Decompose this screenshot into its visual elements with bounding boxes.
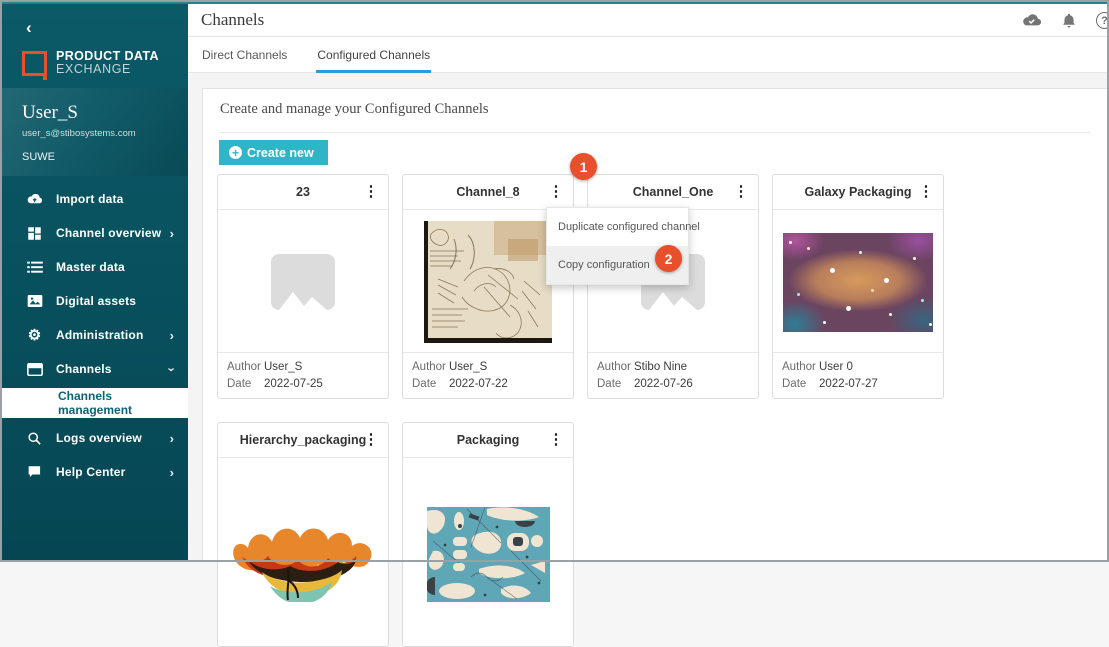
date-value: 2022-07-26	[634, 376, 693, 393]
author-value: User 0	[819, 359, 853, 376]
kebab-menu-icon[interactable]: ⋮	[547, 428, 565, 452]
plus-icon: +	[229, 146, 242, 159]
channel-card-galaxy-packaging[interactable]: Galaxy Packaging ⋮ AuthorUser 0 Date2022…	[772, 174, 944, 399]
channel-card-packaging[interactable]: Packaging ⋮	[402, 422, 574, 647]
window-icon	[26, 361, 43, 377]
nav-label: Import data	[56, 192, 174, 206]
image-icon	[26, 293, 43, 309]
cloud-sync-icon[interactable]	[1021, 13, 1042, 28]
bowl-artwork-image	[228, 520, 378, 602]
logo-line2: EXCHANGE	[56, 63, 159, 76]
help-icon[interactable]: ?	[1096, 12, 1109, 29]
card-title: Galaxy Packaging	[804, 185, 911, 199]
nav-label: Channels	[56, 362, 170, 376]
list-icon	[26, 259, 43, 275]
nav-label: Administration	[56, 328, 170, 342]
channels-tab-bar: Direct Channels Configured Channels	[188, 37, 1107, 73]
sidebar-item-logs-overview[interactable]: Logs overview ›	[2, 421, 188, 455]
sidebar: ‹ PRODUCT DATA EXCHANGE User_S user_s@st…	[2, 2, 188, 560]
sidebar-item-channels[interactable]: Channels ›	[2, 352, 188, 386]
kebab-menu-icon[interactable]: ⋮	[732, 180, 750, 204]
image-placeholder-icon	[271, 254, 335, 310]
author-label: Author	[227, 359, 264, 376]
channel-card-23[interactable]: 23 ⋮ AuthorUser_S Date2022-07-25	[217, 174, 389, 399]
galaxy-artwork-image	[783, 233, 933, 332]
nav-label: Master data	[56, 260, 174, 274]
nav-label: Digital assets	[56, 294, 174, 308]
sidebar-nav: Import data Channel overview › Master da…	[2, 182, 188, 489]
card-title: Hierarchy_packaging	[240, 433, 366, 447]
date-value: 2022-07-22	[449, 376, 508, 393]
annotation-step-2-badge: 2	[655, 245, 682, 272]
gear-icon: ⚙	[26, 327, 43, 343]
sidebar-item-master-data[interactable]: Master data	[2, 250, 188, 284]
search-icon	[26, 430, 43, 446]
kebab-menu-icon[interactable]: ⋮	[917, 180, 935, 204]
sidebar-item-channels-management[interactable]: Channels management	[2, 388, 188, 418]
author-value: User_S	[449, 359, 487, 376]
kebab-menu-icon[interactable]: ⋮	[362, 428, 380, 452]
date-label: Date	[782, 376, 819, 393]
author-label: Author	[412, 359, 449, 376]
create-new-button[interactable]: + Create new	[219, 140, 328, 165]
cloud-upload-icon	[26, 191, 43, 207]
annotation-step-1-badge: 1	[570, 153, 597, 180]
product-data-exchange-logo: PRODUCT DATA EXCHANGE	[22, 50, 159, 76]
nav-label: Logs overview	[56, 431, 170, 445]
logo-square-icon	[22, 51, 47, 76]
sidebar-item-channel-overview[interactable]: Channel overview ›	[2, 216, 188, 250]
card-title: Channel_One	[633, 185, 714, 199]
date-value: 2022-07-27	[819, 376, 878, 393]
chevron-right-icon: ›	[170, 465, 174, 480]
header-icons: ?	[1021, 4, 1107, 37]
tab-configured-channels[interactable]: Configured Channels	[316, 37, 431, 73]
sidebar-item-import-data[interactable]: Import data	[2, 182, 188, 216]
pattern-artwork-image	[427, 507, 550, 602]
user-name: User_S	[22, 102, 78, 124]
author-value: Stibo Nine	[634, 359, 687, 376]
tab-direct-channels[interactable]: Direct Channels	[201, 37, 288, 73]
collapse-sidebar-icon[interactable]: ‹	[26, 18, 32, 38]
workspace-name: SUWE	[22, 151, 55, 163]
date-label: Date	[227, 376, 264, 393]
sidebar-item-digital-assets[interactable]: Digital assets	[2, 284, 188, 318]
chevron-right-icon: ›	[170, 431, 174, 446]
sidebar-item-help-center[interactable]: Help Center ›	[2, 455, 188, 489]
card-title: 23	[296, 185, 310, 199]
chat-icon	[26, 464, 43, 480]
sidebar-item-administration[interactable]: ⚙ Administration ›	[2, 318, 188, 352]
chevron-down-icon: ›	[164, 367, 179, 371]
top-accent-line	[2, 2, 1107, 4]
date-label: Date	[412, 376, 449, 393]
grid-icon	[26, 225, 43, 241]
divider	[220, 132, 1091, 133]
create-new-label: Create new	[247, 146, 314, 160]
date-label: Date	[597, 376, 634, 393]
nav-label: Channel overview	[56, 226, 170, 240]
top-header-bar: Channels ?	[188, 4, 1107, 37]
author-label: Author	[782, 359, 819, 376]
card-title: Channel_8	[456, 185, 519, 199]
sketch-artwork-image	[424, 221, 552, 343]
subnav-label: Channels management	[58, 389, 188, 417]
author-label: Author	[597, 359, 634, 376]
nav-label: Help Center	[56, 465, 170, 479]
chevron-right-icon: ›	[170, 226, 174, 241]
page-title: Channels	[201, 10, 264, 30]
panel-title: Create and manage your Configured Channe…	[220, 101, 489, 118]
author-value: User_S	[264, 359, 302, 376]
kebab-menu-icon[interactable]: ⋮	[362, 180, 380, 204]
menu-item-duplicate-configured-channel[interactable]: Duplicate configured channel	[547, 208, 688, 246]
bell-icon[interactable]	[1062, 13, 1076, 29]
date-value: 2022-07-25	[264, 376, 323, 393]
configured-channels-panel: Create and manage your Configured Channe…	[202, 88, 1107, 560]
user-email: user_s@stibosystems.com	[22, 128, 136, 139]
chevron-right-icon: ›	[170, 328, 174, 343]
card-title: Packaging	[457, 433, 520, 447]
channel-card-hierarchy-packaging[interactable]: Hierarchy_packaging ⋮	[217, 422, 389, 647]
kebab-menu-icon[interactable]: ⋮	[547, 180, 565, 204]
